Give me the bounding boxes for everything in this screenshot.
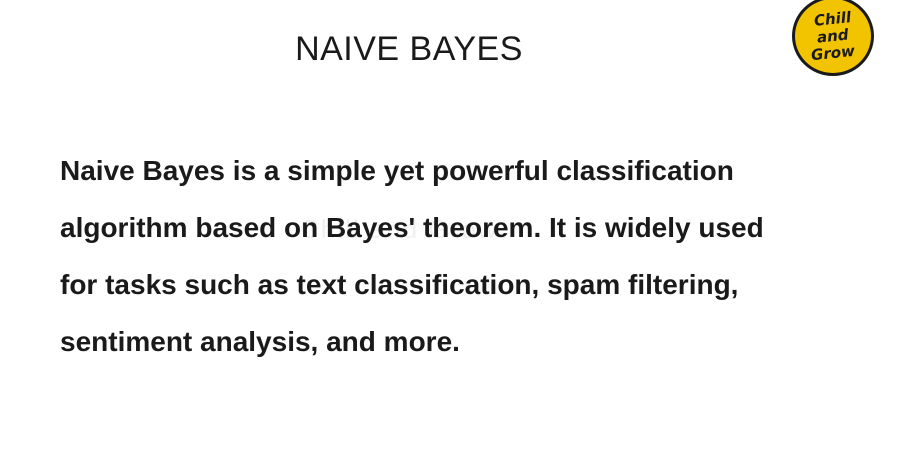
slide-body-text: Naive Bayes is a simple yet powerful cla… — [60, 142, 860, 370]
body-line: for tasks such as text classification, s… — [60, 269, 739, 300]
slide: Chill and Grow NAIVE BAYES Naive Bayes i… — [0, 0, 908, 449]
logo-text-line: Grow — [810, 41, 856, 64]
slide-title: NAIVE BAYES — [295, 30, 523, 68]
body-line: sentiment analysis, and more. — [60, 326, 460, 357]
body-line: algorithm based on Bayes' theorem. It is… — [60, 212, 764, 243]
body-line: Naive Bayes is a simple yet powerful cla… — [60, 155, 734, 186]
chill-and-grow-logo: Chill and Grow — [792, 0, 874, 76]
